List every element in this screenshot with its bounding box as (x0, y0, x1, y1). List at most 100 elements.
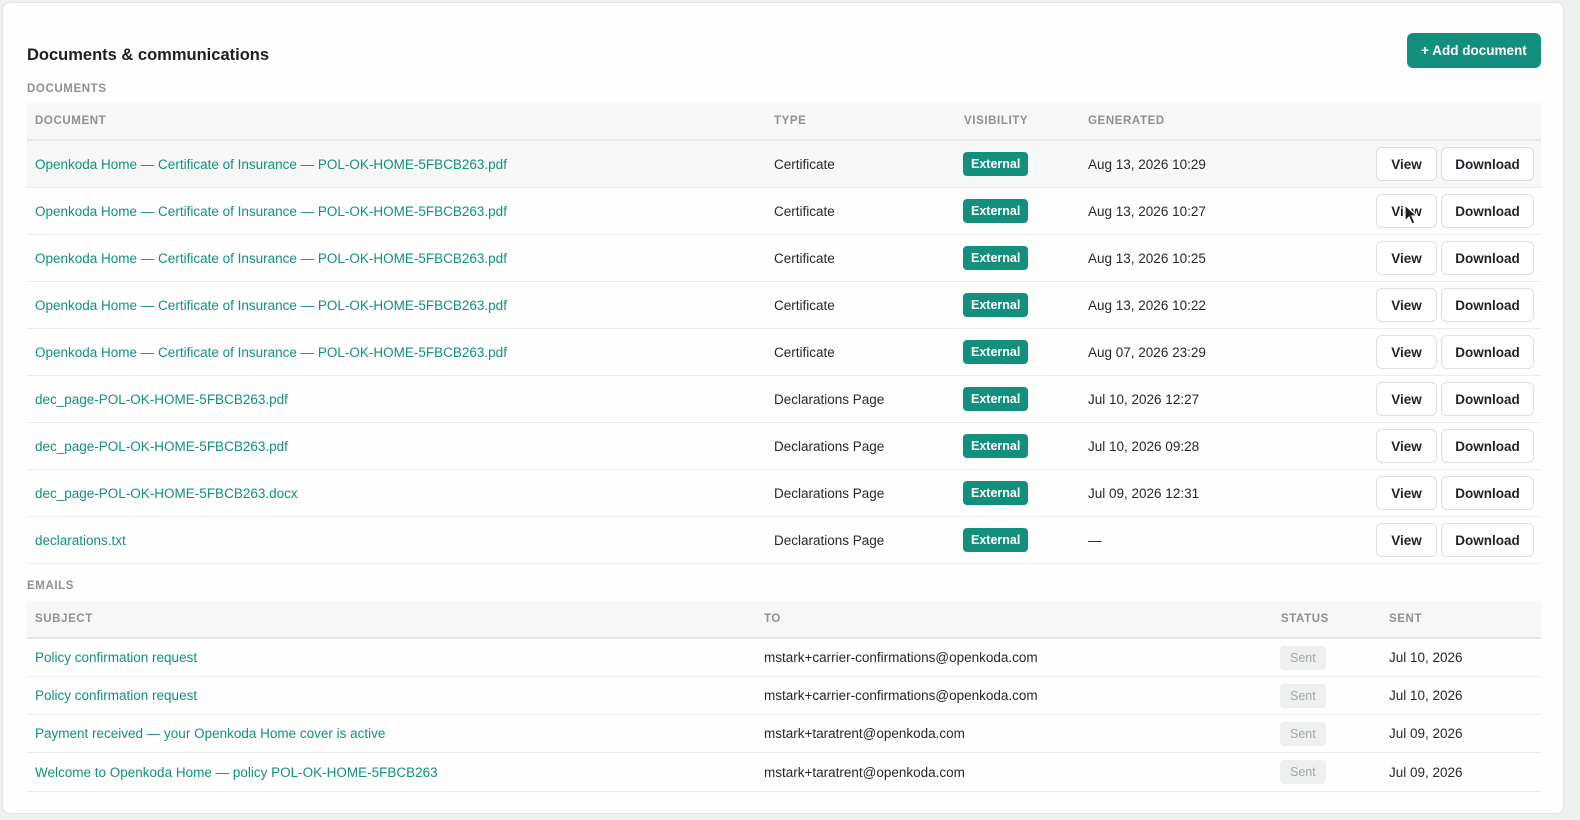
email-subject-link[interactable]: Policy confirmation request (35, 677, 197, 714)
email-recipient: mstark+taratrent@openkoda.com (764, 726, 965, 741)
visibility-cell: External (963, 235, 1029, 281)
generated-date: Aug 07, 2026 23:29 (1088, 344, 1206, 360)
column-header-generated: GENERATED (1088, 115, 1165, 127)
status-cell: Sent (1280, 639, 1326, 676)
view-button[interactable]: View (1376, 476, 1437, 510)
visibility-cell: External (963, 141, 1029, 187)
table-row: dec_page-POL-OK-HOME-5FBCB263.docx Declar… (27, 470, 1541, 517)
download-button[interactable]: Download (1441, 241, 1534, 275)
generated-date: Aug 13, 2026 10:27 (1088, 203, 1206, 219)
status-badge: Sent (1280, 760, 1326, 784)
download-button[interactable]: Download (1441, 382, 1534, 416)
visibility-badge: External (963, 199, 1029, 223)
table-row: Payment received — your Openkoda Home co… (27, 715, 1541, 753)
table-row: declarations.txt Declarations Page Externa… (27, 517, 1541, 564)
download-button[interactable]: Download (1441, 335, 1534, 369)
column-header-type: TYPE (774, 115, 807, 127)
document-type: Declarations Page (774, 438, 885, 454)
view-button[interactable]: View (1376, 382, 1437, 416)
document-name-link[interactable]: dec_page-POL-OK-HOME-5FBCB263.docx (35, 470, 298, 516)
view-button[interactable]: View (1376, 288, 1437, 322)
page-title: Documents & communications (27, 46, 270, 64)
email-recipient: mstark+carrier-confirmations@openkoda.co… (764, 650, 1038, 665)
view-button[interactable]: View (1376, 241, 1437, 275)
column-header-status: STATUS (1281, 613, 1329, 625)
visibility-badge: External (963, 434, 1029, 458)
document-name-link[interactable]: Openkoda Home — Certificate of Insurance… (35, 235, 507, 281)
download-button[interactable]: Download (1441, 147, 1534, 181)
view-button[interactable]: View (1376, 335, 1437, 369)
status-badge: Sent (1280, 721, 1326, 746)
table-row: Openkoda Home — Certificate of Insurance… (27, 329, 1541, 376)
column-header-subject: SUBJECT (35, 613, 93, 625)
document-name-link[interactable]: Openkoda Home — Certificate of Insurance… (35, 141, 507, 187)
sent-date: Jul 09, 2026 (1389, 726, 1463, 741)
add-document-button[interactable]: + Add document (1407, 33, 1541, 68)
column-header-to: TO (764, 613, 781, 625)
document-type: Declarations Page (774, 391, 885, 407)
status-badge: Sent (1280, 645, 1326, 670)
document-type: Declarations Page (774, 485, 885, 501)
download-button[interactable]: Download (1441, 429, 1534, 463)
email-recipient: mstark+carrier-confirmations@openkoda.co… (764, 688, 1038, 703)
download-button[interactable]: Download (1441, 523, 1534, 557)
document-type: Certificate (774, 344, 835, 360)
visibility-cell: External (963, 188, 1029, 234)
email-subject-link[interactable]: Policy confirmation request (35, 639, 197, 676)
generated-date: Aug 13, 2026 10:22 (1088, 297, 1206, 313)
sent-date: Jul 09, 2026 (1389, 764, 1463, 780)
table-row: Policy confirmation request mstark+carrie… (27, 639, 1541, 677)
column-header-visibility: VISIBILITY (964, 115, 1029, 127)
document-type: Certificate (774, 297, 835, 313)
emails-table-header: SUBJECT TO STATUS SENT (27, 601, 1541, 639)
download-button[interactable]: Download (1441, 476, 1534, 510)
visibility-cell: External (963, 423, 1029, 469)
visibility-cell: External (963, 282, 1029, 328)
view-button[interactable]: View (1376, 429, 1437, 463)
generated-date: Jul 09, 2026 12:31 (1088, 485, 1200, 501)
document-name-link[interactable]: declarations.txt (35, 517, 126, 563)
table-row: Openkoda Home — Certificate of Insurance… (27, 188, 1541, 235)
document-type: Certificate (774, 250, 835, 266)
download-button[interactable]: Download (1441, 288, 1534, 322)
table-row: dec_page-POL-OK-HOME-5FBCB263.pdf Declara… (27, 423, 1541, 470)
documents-card: Documents & communications + Add documen… (2, 2, 1564, 814)
generated-date: — (1088, 532, 1102, 548)
generated-date: Jul 10, 2026 09:28 (1088, 438, 1200, 454)
email-recipient: mstark+taratrent@openkoda.com (764, 764, 965, 780)
generated-date: Aug 13, 2026 10:25 (1088, 250, 1206, 266)
table-row: Welcome to Openkoda Home — policy POL-OK… (27, 753, 1541, 792)
visibility-cell: External (963, 376, 1029, 422)
view-button[interactable]: View (1376, 523, 1437, 557)
document-type: Certificate (774, 156, 835, 172)
download-button[interactable]: Download (1441, 194, 1534, 228)
document-name-link[interactable]: dec_page-POL-OK-HOME-5FBCB263.pdf (35, 423, 288, 469)
visibility-badge: External (963, 246, 1029, 270)
document-name-link[interactable]: Openkoda Home — Certificate of Insurance… (35, 188, 507, 234)
visibility-badge: External (963, 293, 1029, 317)
sent-date: Jul 10, 2026 (1389, 688, 1463, 703)
visibility-cell: External (963, 470, 1029, 516)
visibility-badge: External (963, 481, 1029, 505)
visibility-cell: External (963, 517, 1029, 563)
document-name-link[interactable]: Openkoda Home — Certificate of Insurance… (35, 282, 507, 328)
document-type: Declarations Page (774, 532, 885, 548)
visibility-cell: External (963, 329, 1029, 375)
emails-section-label: EMAILS (27, 580, 75, 592)
visibility-badge: External (963, 528, 1029, 552)
generated-date: Aug 13, 2026 10:29 (1088, 156, 1206, 172)
generated-date: Jul 10, 2026 12:27 (1088, 391, 1200, 407)
table-row: Openkoda Home — Certificate of Insurance… (27, 141, 1541, 188)
email-subject-link[interactable]: Welcome to Openkoda Home — policy POL-OK… (35, 753, 438, 791)
document-name-link[interactable]: dec_page-POL-OK-HOME-5FBCB263.pdf (35, 376, 288, 422)
visibility-badge: External (963, 340, 1029, 364)
table-row: Openkoda Home — Certificate of Insurance… (27, 282, 1541, 329)
view-button[interactable]: View (1376, 147, 1437, 181)
column-header-document: DOCUMENT (35, 115, 107, 127)
table-row: Openkoda Home — Certificate of Insurance… (27, 235, 1541, 282)
status-cell: Sent (1280, 677, 1326, 714)
column-header-sent: SENT (1389, 613, 1423, 625)
pointer-cursor-icon (1404, 204, 1419, 225)
email-subject-link[interactable]: Payment received — your Openkoda Home co… (35, 715, 385, 752)
document-name-link[interactable]: Openkoda Home — Certificate of Insurance… (35, 329, 507, 375)
